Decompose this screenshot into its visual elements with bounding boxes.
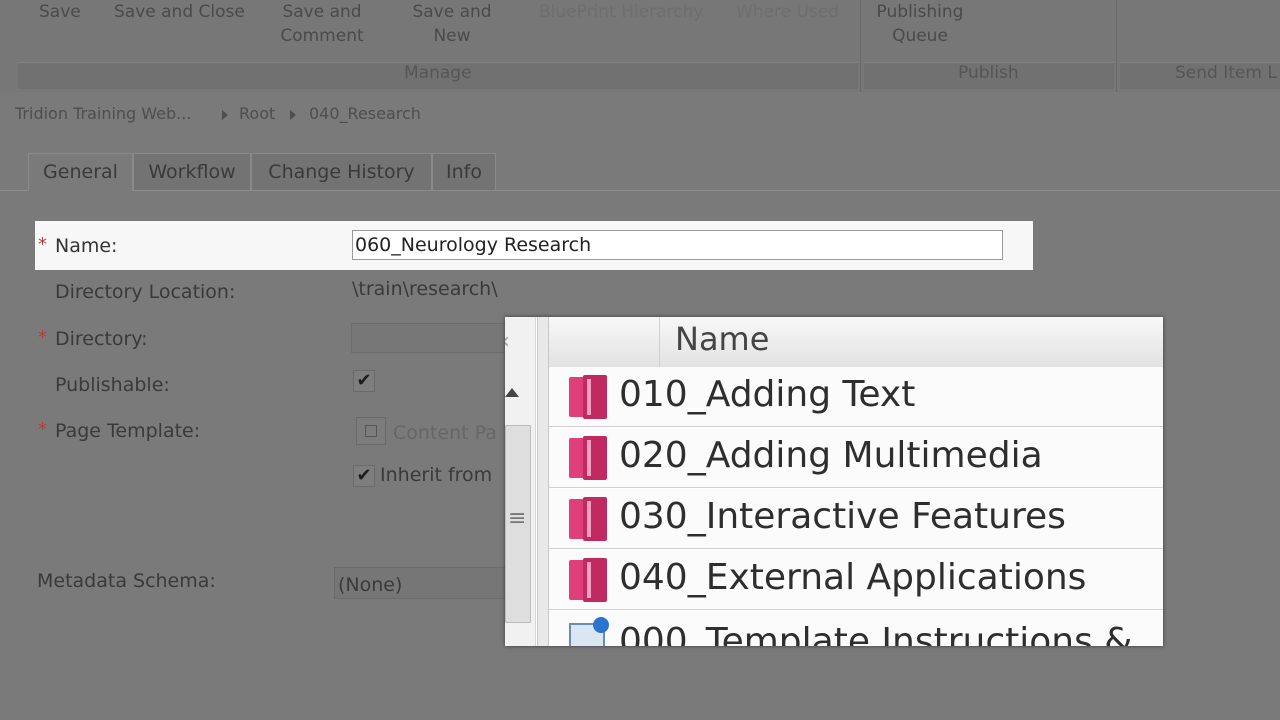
group-label-publish: Publish [958,63,1019,83]
name-input[interactable]: 060_Neurology Research [352,230,1003,260]
folder-list-popup: ‹ Name 010_Adding Text 020_Adding Multim… [505,317,1163,646]
list-item-label: 000_Template Instructions & [619,621,1133,646]
name-column-header-label: Name [675,320,770,358]
folder-icon [569,436,607,480]
tab-info[interactable]: Info [432,153,496,190]
directory-input[interactable] [351,323,511,353]
name-label: Name: [55,235,118,257]
blueprint-hierarchy-button[interactable]: BluePrint Hierarchy [539,0,703,24]
list-item[interactable]: 000_Template Instructions & [549,611,1163,646]
inherit-checkbox[interactable]: ✔ [353,465,375,487]
where-used-button[interactable]: Where Used [736,0,839,24]
collapse-caret-icon[interactable]: ‹ [505,329,510,354]
metadata-schema-label: Metadata Schema: [37,570,216,592]
breadcrumb-item-root[interactable]: Root [239,104,275,123]
page-template-icon[interactable] [356,417,386,445]
breadcrumb-item-publication[interactable]: Tridion Training Web... [15,104,191,123]
ribbon-separator [860,0,861,92]
directory-location-label: Directory Location: [55,281,236,303]
inherit-label: Inherit from [380,464,493,486]
breadcrumb-arrow-icon [222,110,228,120]
folder-icon [569,558,607,602]
ribbon-separator [1116,0,1117,92]
save-and-comment-button[interactable]: Save and Comment [270,0,374,48]
metadata-schema-value: (None) [338,574,403,596]
pane-splitter[interactable] [537,317,549,646]
list-item-label: 020_Adding Multimedia [619,435,1043,476]
breadcrumb-arrow-icon [290,110,296,120]
page-template-label: Page Template: [55,420,201,442]
tab-change-history[interactable]: Change History [251,153,432,190]
column-separator [659,317,660,367]
directory-location-value: \train\research\ [352,278,498,300]
group-label-manage: Manage [404,63,472,83]
folder-icon [569,375,607,419]
name-column-header[interactable]: Name [549,317,1163,368]
required-marker: * [38,234,47,255]
list-item[interactable]: 010_Adding Text [549,367,1163,427]
tab-workflow[interactable]: Workflow [133,153,251,190]
folder-icon [569,497,607,541]
list-item[interactable]: 040_External Applications [549,550,1163,610]
tab-general[interactable]: General [28,153,133,191]
publishing-queue-button[interactable]: Publishing Queue [868,0,972,48]
scroll-up-arrow-icon[interactable] [505,388,519,397]
popup-left-pane: ‹ [505,317,536,646]
publishable-checkbox[interactable]: ✔ [353,370,375,392]
list-item[interactable]: 020_Adding Multimedia [549,428,1163,488]
scrollbar-thumb[interactable] [505,425,531,623]
page-template-value[interactable]: Content Pa [393,422,497,444]
save-and-new-button[interactable]: Save and New [400,0,504,48]
breadcrumb-item-research[interactable]: 040_Research [309,104,421,123]
list-item-label: 040_External Applications [619,557,1087,598]
directory-label: Directory: [55,328,148,350]
required-marker: * [38,419,47,440]
list-item-label: 010_Adding Text [619,374,916,415]
list-item[interactable]: 030_Interactive Features [549,489,1163,549]
required-marker: * [38,327,47,348]
ribbon-toolbar: Save Save and Close Save and Comment Sav… [0,0,1280,92]
list-item-label: 030_Interactive Features [619,496,1066,537]
save-and-close-button[interactable]: Save and Close [114,0,245,24]
template-icon [569,617,609,646]
group-label-send-item: Send Item L [1175,63,1277,83]
publishable-label: Publishable: [55,374,170,396]
save-button[interactable]: Save [39,0,81,24]
